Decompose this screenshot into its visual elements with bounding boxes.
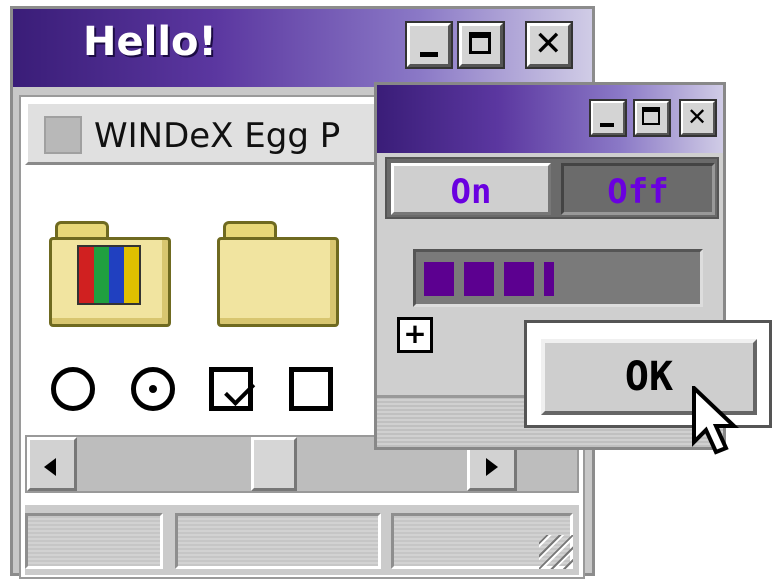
folder-with-windows-logo-icon[interactable] [49,221,171,327]
close-icon: ✕ [534,24,563,64]
arrow-left-icon [44,458,56,476]
checkmark-icon [224,374,256,407]
minimize-button[interactable] [405,21,453,69]
minimize-button[interactable] [589,99,627,137]
close-icon: ✕ [687,103,708,131]
secondary-title-bar[interactable]: ✕ [377,85,723,153]
progress-block [424,262,454,296]
main-title-bar[interactable]: Hello! ✕ [13,9,592,87]
scroll-left-button[interactable] [27,437,77,491]
maximize-button[interactable] [633,99,671,137]
checkbox-checked[interactable] [209,367,256,411]
arrow-right-icon [486,458,498,476]
scrollbar-thumb[interactable] [251,437,297,491]
minimize-icon [420,52,438,57]
close-button[interactable]: ✕ [679,99,717,137]
progress-block [504,262,534,296]
progress-block [544,262,554,296]
expand-button[interactable]: + [397,317,433,353]
toggle-tabs: On Off [385,157,719,219]
windows-logo-icon [77,245,141,305]
grid-icon [44,116,82,154]
radio-button-checked[interactable] [131,367,175,411]
maximize-button[interactable] [457,21,505,69]
minimize-icon [600,123,614,127]
checkbox-unchecked[interactable] [289,367,333,411]
progress-bar [413,249,703,307]
maximize-icon [469,32,491,54]
close-button[interactable]: ✕ [525,21,573,69]
tab-on[interactable]: On [391,163,551,215]
window-title: Hello! [83,19,217,65]
resize-grip-icon[interactable] [539,535,573,569]
status-cell [175,513,381,569]
radio-button-unchecked[interactable] [51,367,95,411]
folder-icon[interactable] [217,221,339,327]
progress-block [464,262,494,296]
status-cell [25,513,163,569]
tab-off[interactable]: Off [561,163,715,215]
maximize-icon [642,107,660,125]
status-bar [25,503,579,575]
radio-dot-icon [149,385,157,393]
mouse-pointer-icon [692,386,740,455]
